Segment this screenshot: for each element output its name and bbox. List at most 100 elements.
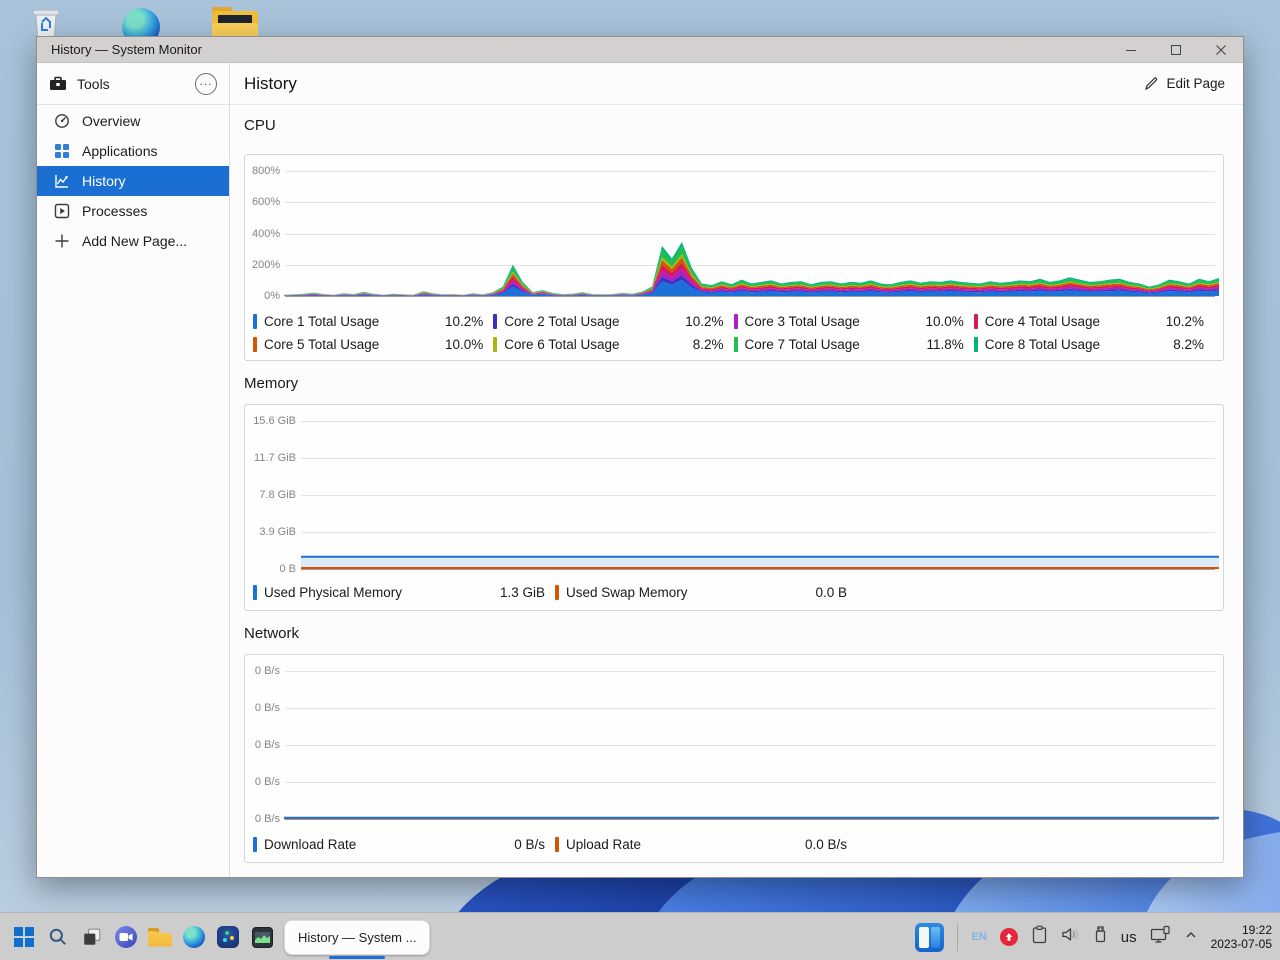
legend-label: Used Swap Memory [566, 585, 688, 600]
taskbar: History — System ... EN us 19:22 2023-07… [0, 912, 1280, 960]
maximize-button[interactable] [1153, 37, 1198, 62]
cpu-legend: Core 1 Total Usage 10.2% Core 2 Total Usa… [253, 310, 1214, 356]
memory-ytick: 11.7 GiB [254, 452, 296, 464]
update-tray-icon[interactable] [999, 928, 1018, 946]
app-grid-icon [55, 144, 69, 158]
legend-label: Core 4 Total Usage [984, 314, 1101, 329]
legend-value: 1.3 GiB [499, 585, 545, 600]
widgets-icon[interactable] [915, 922, 945, 952]
network-section-title: Network [244, 625, 300, 642]
search-button[interactable] [46, 913, 70, 960]
legend-item: Used Swap Memory 0.0 B [555, 581, 857, 604]
legend-value: 11.8% [926, 337, 964, 352]
legend-item: Core 8 Total Usage 8.2% [973, 333, 1214, 356]
gauge-icon [55, 114, 69, 128]
sidebar-item-label: Add New Page... [82, 233, 188, 249]
network-legend: Download Rate 0 B/s Upload Rate 0.0 B/s [253, 833, 1214, 856]
close-button[interactable] [1198, 37, 1243, 62]
legend-marker [253, 314, 257, 329]
security-app-button[interactable] [216, 913, 240, 960]
sidebar-item-add-new-page[interactable]: Add New Page... [37, 226, 229, 256]
windows-logo-icon [14, 927, 34, 947]
chat-button[interactable] [114, 913, 138, 960]
legend-marker [555, 585, 559, 600]
chat-icon [115, 926, 137, 948]
legend-label: Used Physical Memory [264, 585, 403, 600]
edge-icon [183, 926, 205, 948]
legend-marker [733, 314, 738, 329]
language-badge[interactable]: EN [971, 931, 986, 943]
sidebar-item-processes[interactable]: Processes [37, 196, 229, 226]
active-task-indicator [329, 956, 386, 959]
legend-marker [973, 337, 978, 352]
clock-date: 2023-07-05 [1210, 937, 1272, 951]
titlebar[interactable]: History — System Monitor [37, 37, 1243, 63]
tray-expand-chevron[interactable] [1184, 928, 1198, 947]
legend-marker [253, 585, 257, 600]
task-view-button[interactable] [80, 913, 104, 960]
legend-value: 8.2% [692, 337, 724, 352]
security-app-icon [217, 926, 239, 948]
edit-page-button[interactable]: Edit Page [1144, 76, 1225, 91]
keyboard-layout-badge[interactable]: us [1121, 929, 1137, 946]
memory-ytick: 3.9 GiB [259, 526, 296, 538]
network-ytick: 0 B/s [254, 702, 280, 714]
cpu-stacked-area-chart [284, 242, 1219, 296]
legend-marker [733, 337, 738, 352]
start-button[interactable] [12, 913, 36, 960]
edge-button[interactable] [182, 913, 206, 960]
toolbox-icon [50, 76, 66, 90]
active-task-button[interactable]: History — System ... [284, 913, 431, 960]
system-monitor-icon [251, 926, 273, 948]
legend-item: Core 5 Total Usage 10.0% [253, 333, 493, 356]
file-explorer-button[interactable] [148, 913, 172, 960]
sidebar-item-label: History [82, 173, 126, 189]
sidebar: Tools ... Overview Applications History … [37, 63, 230, 877]
legend-label: Core 1 Total Usage [264, 314, 380, 329]
legend-value: 10.2% [1165, 314, 1204, 329]
sidebar-item-label: Applications [82, 143, 158, 159]
sidebar-item-applications[interactable]: Applications [37, 136, 229, 166]
legend-value: 0.0 B [815, 585, 847, 600]
cpu-ytick: 0% [264, 290, 280, 302]
tray-divider [957, 923, 959, 951]
network-ytick: 0 B/s [254, 776, 280, 788]
legend-item: Core 1 Total Usage 10.2% [253, 310, 493, 333]
clock[interactable]: 19:22 2023-07-05 [1211, 923, 1272, 951]
history-page-content: CPU 800% 600% 400% 200% 0% Core 1 Total … [230, 105, 1243, 863]
minimize-button[interactable] [1108, 37, 1153, 62]
network-ytick: 0 B/s [254, 665, 280, 677]
memory-section-title: Memory [244, 375, 299, 392]
usb-tray-icon[interactable] [1093, 925, 1108, 949]
edit-page-label: Edit Page [1166, 76, 1225, 91]
overflow-menu-button[interactable]: ... [195, 72, 217, 95]
legend-label: Download Rate [264, 837, 357, 852]
legend-item: Core 7 Total Usage 11.8% [733, 333, 974, 356]
legend-value: 0.0 B/s [804, 837, 847, 852]
legend-marker [253, 337, 257, 352]
memory-ytick: 15.6 GiB [253, 415, 296, 427]
legend-item: Used Physical Memory 1.3 GiB [253, 581, 555, 604]
system-monitor-app-button[interactable] [250, 913, 274, 960]
legend-label: Core 8 Total Usage [984, 337, 1101, 352]
cpu-ytick: 400% [252, 228, 281, 240]
sidebar-item-overview[interactable]: Overview [37, 106, 229, 136]
legend-marker [253, 837, 257, 852]
sidebar-item-history[interactable]: History [37, 166, 229, 196]
legend-value: 10.2% [444, 314, 484, 329]
plus-icon [55, 234, 69, 248]
legend-marker [493, 314, 498, 329]
network-ytick: 0 B/s [254, 739, 280, 751]
memory-chart-card: 15.6 GiB 11.7 GiB 7.8 GiB 3.9 GiB 0 B Us… [244, 404, 1224, 611]
desktop: History — System Monitor Tools ... Overv… [0, 0, 1280, 960]
legend-label: Core 6 Total Usage [504, 337, 620, 352]
legend-label: Core 5 Total Usage [264, 337, 380, 352]
history-chart-icon [55, 175, 68, 188]
speaker-tray-icon[interactable] [1061, 926, 1080, 948]
clipboard-tray-icon[interactable] [1031, 925, 1048, 949]
legend-marker [555, 837, 559, 852]
task-view-icon [84, 928, 101, 945]
legend-item: Core 4 Total Usage 10.2% [973, 310, 1214, 333]
display-device-tray-icon[interactable] [1150, 925, 1171, 949]
sidebar-item-label: Overview [82, 113, 141, 129]
